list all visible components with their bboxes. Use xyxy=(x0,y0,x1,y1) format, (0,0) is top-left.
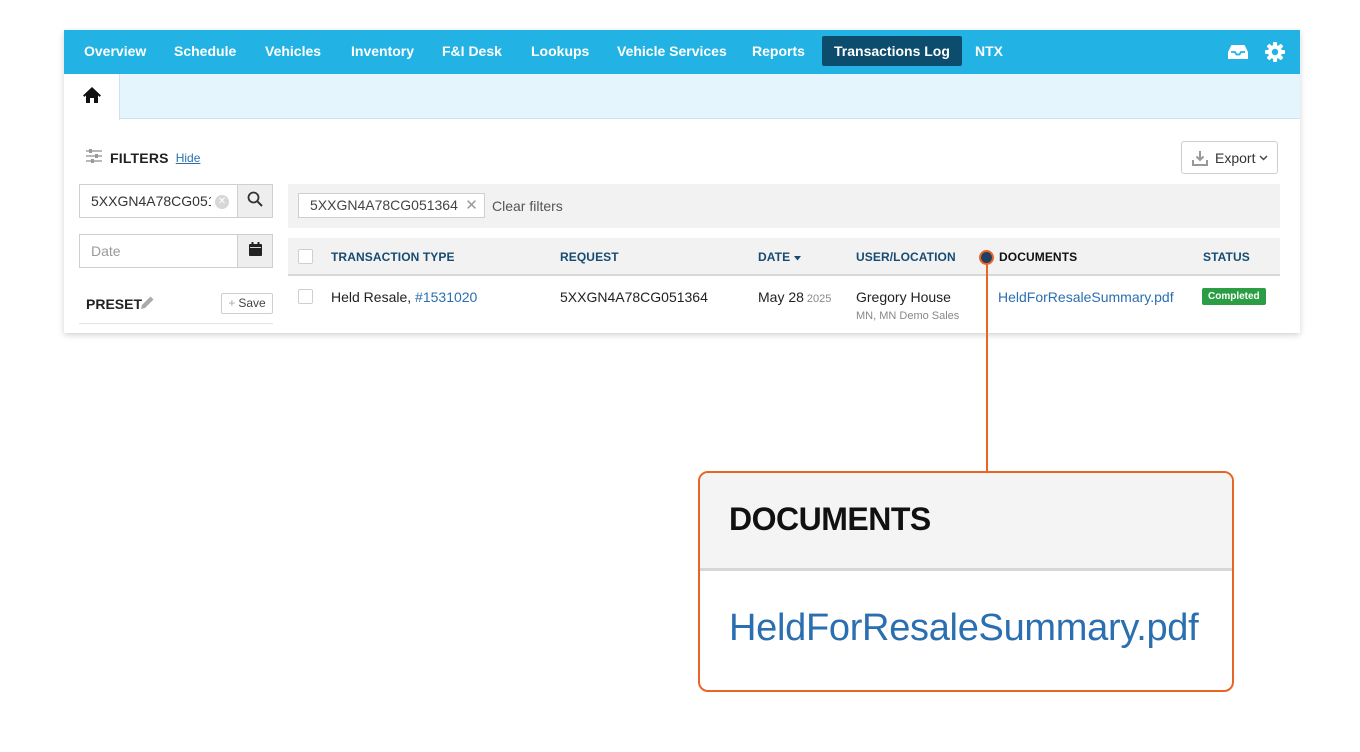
nav-schedule[interactable]: Schedule xyxy=(162,36,248,66)
transaction-id-link[interactable]: #1531020 xyxy=(415,289,477,305)
date-field xyxy=(79,234,237,268)
nav-vehicles[interactable]: Vehicles xyxy=(253,36,333,66)
calendar-button[interactable] xyxy=(237,234,273,268)
search-icon xyxy=(247,191,263,212)
nav-overview[interactable]: Overview xyxy=(72,36,158,66)
save-label: Save xyxy=(238,296,266,310)
nav-lookups[interactable]: Lookups xyxy=(519,36,601,66)
nav-ntx[interactable]: NTX xyxy=(963,36,1015,66)
col-date[interactable]: DATE xyxy=(758,250,802,264)
nav-fi-desk[interactable]: F&I Desk xyxy=(430,36,514,66)
filters-header: FILTERS Hide xyxy=(86,148,200,168)
table-row[interactable]: Held Resale, #1531020 5XXGN4A78CG051364 … xyxy=(288,276,1280,333)
nav-reports[interactable]: Reports xyxy=(740,36,817,66)
download-icon xyxy=(1192,150,1208,166)
plus-icon: + xyxy=(228,296,236,310)
user-location: MN, MN Demo Sales xyxy=(856,310,960,322)
row-checkbox[interactable] xyxy=(298,289,313,304)
table-header: TRANSACTION TYPE REQUEST DATE USER/LOCAT… xyxy=(288,238,1280,276)
document-link[interactable]: HeldForResaleSummary.pdf xyxy=(998,289,1174,305)
filters-title: FILTERS xyxy=(110,150,169,166)
date-cell: May 28 2025 xyxy=(758,289,831,305)
clear-input-icon[interactable]: ✕ xyxy=(215,195,229,209)
export-button[interactable]: Export xyxy=(1181,141,1278,174)
calendar-icon xyxy=(248,241,262,261)
date-input[interactable] xyxy=(80,235,237,267)
gear-icon[interactable] xyxy=(1263,40,1287,64)
save-preset-button[interactable]: + Save xyxy=(221,293,273,314)
app-window: Overview Schedule Vehicles Inventory F&I… xyxy=(64,30,1300,333)
year-value: 2025 xyxy=(806,293,832,305)
preset-row: PRESET + Save xyxy=(79,292,273,324)
select-all-checkbox[interactable] xyxy=(298,249,313,264)
vin-search-input[interactable] xyxy=(80,185,237,217)
col-date-label: DATE xyxy=(758,250,791,264)
inbox-icon[interactable] xyxy=(1226,40,1250,64)
remove-filter-icon[interactable]: ✕ xyxy=(465,194,478,217)
callout-marker-dot xyxy=(979,250,994,265)
documents-callout: DOCUMENTS HeldForResaleSummary.pdf xyxy=(698,471,1234,692)
callout-title: DOCUMENTS xyxy=(729,501,931,537)
pencil-icon[interactable] xyxy=(140,295,155,315)
col-user-location[interactable]: USER/LOCATION xyxy=(856,250,956,264)
request-cell: 5XXGN4A78CG051364 xyxy=(560,289,708,305)
nav-inventory[interactable]: Inventory xyxy=(339,36,426,66)
tab-home[interactable] xyxy=(64,74,120,120)
filter-sliders-icon xyxy=(86,148,102,168)
transaction-type-cell: Held Resale, #1531020 xyxy=(331,289,477,305)
sort-desc-icon xyxy=(794,250,802,264)
status-badge: Completed xyxy=(1202,288,1266,305)
export-label: Export xyxy=(1215,149,1256,166)
preset-label: PRESET xyxy=(86,296,143,312)
callout-header: DOCUMENTS xyxy=(700,473,1232,571)
clear-filters-link[interactable]: Clear filters xyxy=(492,198,563,214)
date-value: May 28 xyxy=(758,289,804,305)
col-transaction-type[interactable]: TRANSACTION TYPE xyxy=(331,250,455,264)
callout-document-link[interactable]: HeldForResaleSummary.pdf xyxy=(729,607,1199,650)
user-name: Gregory House xyxy=(856,289,951,305)
top-navigation-bar: Overview Schedule Vehicles Inventory F&I… xyxy=(64,30,1300,74)
nav-transactions-log[interactable]: Transactions Log xyxy=(822,36,962,66)
search-button[interactable] xyxy=(237,184,273,218)
active-filters-bar: 5XXGN4A78CG051364 ✕ Clear filters xyxy=(288,184,1280,228)
chevron-down-icon xyxy=(1259,155,1268,161)
home-icon xyxy=(82,86,102,109)
col-status[interactable]: STATUS xyxy=(1203,250,1250,264)
hide-filters-link[interactable]: Hide xyxy=(176,151,201,165)
nav-vehicle-services[interactable]: Vehicle Services xyxy=(605,36,739,66)
col-request[interactable]: REQUEST xyxy=(560,250,619,264)
transaction-type: Held Resale, xyxy=(331,289,412,305)
filter-chip-label: 5XXGN4A78CG051364 xyxy=(310,197,458,213)
callout-connector-line xyxy=(986,264,988,472)
vin-search-field: ✕ xyxy=(79,184,237,218)
filter-chip[interactable]: 5XXGN4A78CG051364 ✕ xyxy=(298,193,485,218)
col-documents[interactable]: DOCUMENTS xyxy=(999,250,1077,264)
tab-bar xyxy=(64,74,1300,120)
